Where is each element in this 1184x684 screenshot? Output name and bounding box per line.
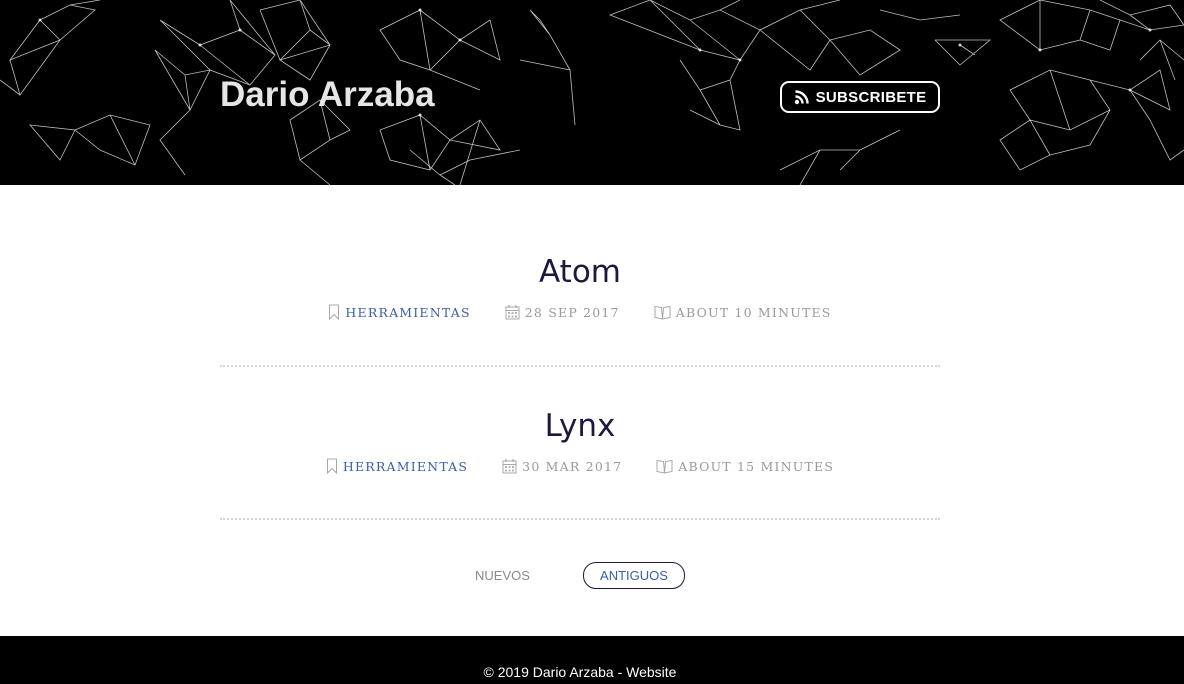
- site-header: Dario Arzaba SUBSCRIBETE: [0, 0, 1184, 185]
- newer-posts-link[interactable]: NUEVOS: [475, 568, 530, 583]
- post-item: Lynx HERRAMIENTAS 30 MAR 2017 ABOUT 15 M…: [220, 408, 940, 474]
- post-reading-time-text: ABOUT 15 MINUTES: [678, 458, 835, 474]
- calendar-icon: [505, 305, 520, 320]
- pagination: NUEVOS ANTIGUOS: [0, 562, 1184, 589]
- network-background-graphic: [0, 0, 1184, 185]
- footer-text: © 2019 Dario Arzaba - Website: [0, 664, 1160, 680]
- calendar-icon: [502, 459, 517, 474]
- book-icon: [654, 305, 671, 320]
- post-date: 30 MAR 2017: [502, 458, 622, 474]
- post-reading-time: ABOUT 10 MINUTES: [654, 305, 832, 320]
- post-tag-link[interactable]: HERRAMIENTAS: [345, 305, 470, 320]
- book-icon: [656, 459, 673, 474]
- post-tag: HERRAMIENTAS: [326, 458, 468, 474]
- footer-website-link[interactable]: Website: [626, 664, 676, 680]
- subscribe-label: SUBSCRIBETE: [815, 88, 927, 106]
- post-item: Atom HERRAMIENTAS 28 SEP 2017 ABOUT 10 M…: [220, 254, 940, 320]
- site-title[interactable]: Dario Arzaba: [220, 74, 435, 116]
- post-divider: [220, 518, 940, 520]
- rss-icon: [794, 90, 809, 105]
- older-posts-button[interactable]: ANTIGUOS: [583, 562, 685, 589]
- post-divider: [220, 365, 940, 367]
- post-date: 28 SEP 2017: [505, 304, 620, 320]
- post-title[interactable]: Atom: [220, 254, 940, 290]
- post-meta: HERRAMIENTAS 28 SEP 2017 ABOUT 10 MINUTE…: [220, 304, 940, 320]
- post-title[interactable]: Lynx: [220, 408, 940, 444]
- post-tag: HERRAMIENTAS: [328, 304, 470, 320]
- bookmark-icon: [326, 458, 337, 474]
- footer-copyright: © 2019 Dario Arzaba -: [483, 664, 627, 680]
- post-date-text: 28 SEP 2017: [524, 304, 620, 320]
- post-meta: HERRAMIENTAS 30 MAR 2017 ABOUT 15 MINUTE…: [220, 458, 940, 474]
- subscribe-button[interactable]: SUBSCRIBETE: [780, 81, 940, 113]
- bookmark-icon: [329, 304, 340, 320]
- post-tag-link[interactable]: HERRAMIENTAS: [343, 459, 468, 474]
- site-footer: © 2019 Dario Arzaba - Website: [0, 636, 1184, 684]
- post-reading-time-text: ABOUT 10 MINUTES: [675, 304, 832, 320]
- post-reading-time: ABOUT 15 MINUTES: [656, 459, 834, 474]
- post-date-text: 30 MAR 2017: [522, 458, 623, 474]
